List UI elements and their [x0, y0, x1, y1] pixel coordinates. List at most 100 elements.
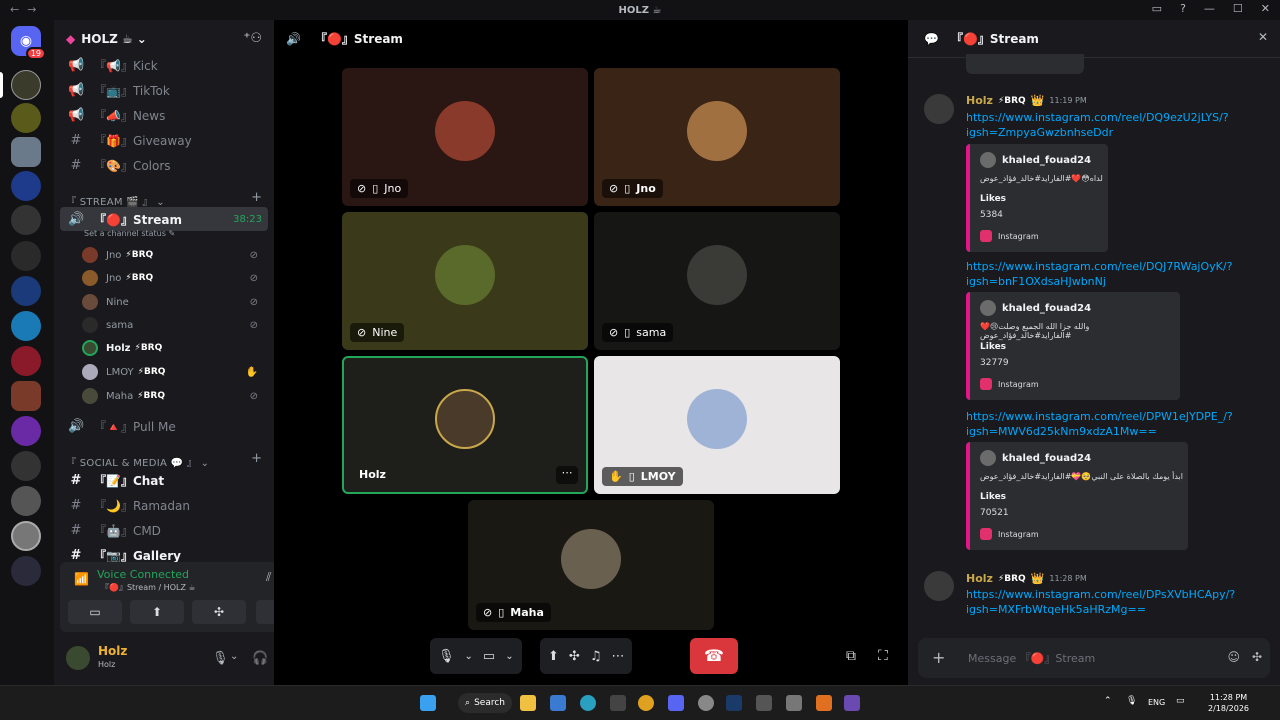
voice-user[interactable]: LMOY ⚡BRQ ✋: [82, 361, 262, 383]
steam-icon[interactable]: [726, 695, 742, 711]
chevron-down-icon[interactable]: ⌄: [465, 651, 473, 662]
invite-people-icon[interactable]: ⁺⚇: [243, 31, 262, 46]
avatar[interactable]: [924, 571, 954, 601]
author-name[interactable]: Holz: [966, 94, 993, 107]
channel-cmd[interactable]: # 『🤖』CMD: [60, 518, 268, 542]
activities-button[interactable]: ✣: [192, 600, 246, 624]
tray-chevron-icon[interactable]: ⌃: [1104, 696, 1112, 706]
server-icon[interactable]: [11, 346, 41, 376]
server-icon-holz[interactable]: [11, 70, 41, 100]
microphone-icon[interactable]: 🎙: [212, 651, 229, 666]
channel-tiktok[interactable]: 📢 『📺』TikTok: [60, 78, 268, 102]
home-button[interactable]: ◉ 19: [11, 26, 46, 60]
app-icon[interactable]: [698, 695, 714, 711]
store-icon[interactable]: [550, 695, 566, 711]
server-icon[interactable]: [11, 276, 41, 306]
server-icon[interactable]: [11, 103, 41, 133]
more-options-button[interactable]: ⋯: [556, 466, 578, 484]
voice-user[interactable]: Jno ⚡BRQ ⊘: [82, 267, 262, 289]
server-icon[interactable]: [11, 486, 41, 516]
emoji-icon[interactable]: ☺: [1227, 650, 1240, 664]
channel-colors[interactable]: # 『🎨』Colors: [60, 153, 268, 177]
channel-news[interactable]: 📢 『📣』News: [60, 103, 268, 127]
discord-icon[interactable]: [668, 695, 684, 711]
create-channel-icon[interactable]: +: [251, 451, 262, 466]
screen-share-icon[interactable]: ⬆: [548, 649, 559, 664]
apps-icon[interactable]: ✣: [1252, 650, 1262, 664]
maximize-button[interactable]: ☐: [1233, 2, 1243, 15]
server-icon[interactable]: [11, 311, 41, 341]
activity-icon[interactable]: ✣: [569, 649, 580, 664]
create-channel-icon[interactable]: +: [251, 190, 262, 205]
channel-pull-me[interactable]: 🔊 『🔺』Pull Me: [60, 414, 268, 438]
popout-icon[interactable]: ⧉: [846, 648, 856, 664]
inbox-icon[interactable]: ▭: [1152, 2, 1162, 15]
participant-tile-speaking[interactable]: Holz ⋯: [342, 356, 588, 494]
embed-image-preview[interactable]: [966, 54, 1084, 74]
message-link[interactable]: https://www.instagram.com/reel/DPsXVbHCA…: [966, 587, 1236, 617]
noise-suppression-icon[interactable]: ⫽: [266, 570, 271, 585]
app-icon[interactable]: [756, 695, 772, 711]
message-link[interactable]: https://www.instagram.com/reel/DQ9ezU2jL…: [966, 110, 1236, 140]
server-icon[interactable]: [11, 241, 41, 271]
voice-user[interactable]: Maha ⚡BRQ ⊘: [82, 385, 262, 407]
message-input[interactable]: + Message 『🔴』Stream ☺ ✣: [918, 638, 1270, 678]
mic-control[interactable]: 🎙 ⌄ ▭ ⌄: [430, 638, 522, 674]
taskbar-clock[interactable]: 11:28 PM 2/18/2026: [1208, 692, 1249, 714]
app-icon[interactable]: [786, 695, 802, 711]
taskbar-search[interactable]: ⌕ Search: [458, 693, 512, 713]
edge-icon[interactable]: [580, 695, 596, 711]
server-icon[interactable]: [11, 521, 41, 551]
language-indicator[interactable]: ENG: [1148, 698, 1165, 707]
microphone-icon[interactable]: 🎙: [438, 649, 455, 664]
network-icon[interactable]: ▭: [1176, 696, 1185, 706]
participant-tile[interactable]: ⊘ ▯ sama: [594, 212, 840, 350]
channel-ramadan[interactable]: # 『🌙』Ramadan: [60, 493, 268, 517]
participant-tile[interactable]: ⊘ ▯ Jno: [594, 68, 840, 206]
embed-author[interactable]: khaled_fouad24: [980, 300, 1091, 316]
avatar[interactable]: [924, 94, 954, 124]
channel-status[interactable]: Set a channel status ✎: [84, 229, 175, 238]
microphone-tray-icon[interactable]: 🎙: [1126, 696, 1137, 706]
app-icon[interactable]: [816, 695, 832, 711]
minimize-button[interactable]: —: [1204, 2, 1215, 15]
close-window-button[interactable]: ✕: [1261, 2, 1270, 15]
avatar[interactable]: [66, 646, 90, 670]
channel-giveaway[interactable]: # 『🎁』Giveaway: [60, 128, 268, 152]
channel-chat[interactable]: # 『📝』Chat: [60, 468, 268, 492]
message-link[interactable]: https://www.instagram.com/reel/DQJ7RWajO…: [966, 259, 1236, 289]
chrome-icon[interactable]: [638, 695, 654, 711]
voice-user[interactable]: Holz ⚡BRQ: [82, 337, 262, 359]
participant-tile[interactable]: ⊘ ▯ Jno: [342, 68, 588, 206]
voice-user[interactable]: Nine ⊘: [82, 291, 262, 313]
server-icon[interactable]: [11, 205, 41, 235]
nav-arrows-icon[interactable]: ←→: [10, 3, 44, 16]
author-name[interactable]: Holz: [966, 572, 993, 585]
headphones-icon[interactable]: 🎧: [252, 651, 268, 666]
server-icon[interactable]: [11, 171, 41, 201]
more-icon[interactable]: ⋯: [611, 649, 624, 664]
attach-plus-icon[interactable]: +: [932, 648, 945, 667]
server-icon[interactable]: [11, 137, 41, 167]
channel-stream[interactable]: 🔊 『🔴』Stream 38:23: [60, 207, 268, 231]
disconnect-button[interactable]: ☎: [690, 638, 738, 674]
help-icon[interactable]: ?: [1180, 2, 1186, 15]
screenshare-button[interactable]: ⬆: [130, 600, 184, 624]
fullscreen-icon[interactable]: ⛶: [878, 648, 888, 664]
file-explorer-icon[interactable]: [520, 695, 536, 711]
embed-author[interactable]: khaled_fouad24: [980, 450, 1091, 466]
chevron-down-icon[interactable]: ⌄: [505, 651, 513, 662]
app-icon[interactable]: [844, 695, 860, 711]
app-icon[interactable]: [610, 695, 626, 711]
category-social[interactable]: 『 SOCIAL & MEDIA 💬 』 ⌄: [66, 454, 209, 469]
windows-start-icon[interactable]: [420, 695, 436, 711]
participant-tile[interactable]: ✋ ▯ LMOY: [594, 356, 840, 494]
server-icon[interactable]: [11, 381, 41, 411]
camera-off-icon[interactable]: ▭: [483, 649, 495, 664]
participant-tile[interactable]: ⊘ Nine: [342, 212, 588, 350]
server-icon[interactable]: [11, 556, 41, 586]
close-icon[interactable]: ✕: [1258, 30, 1268, 44]
voice-user[interactable]: sama ⊘: [82, 314, 262, 336]
embed-author[interactable]: khaled_fouad24: [980, 152, 1091, 168]
voice-channel-path[interactable]: 『🔴』Stream / HOLZ ☕: [101, 582, 196, 593]
